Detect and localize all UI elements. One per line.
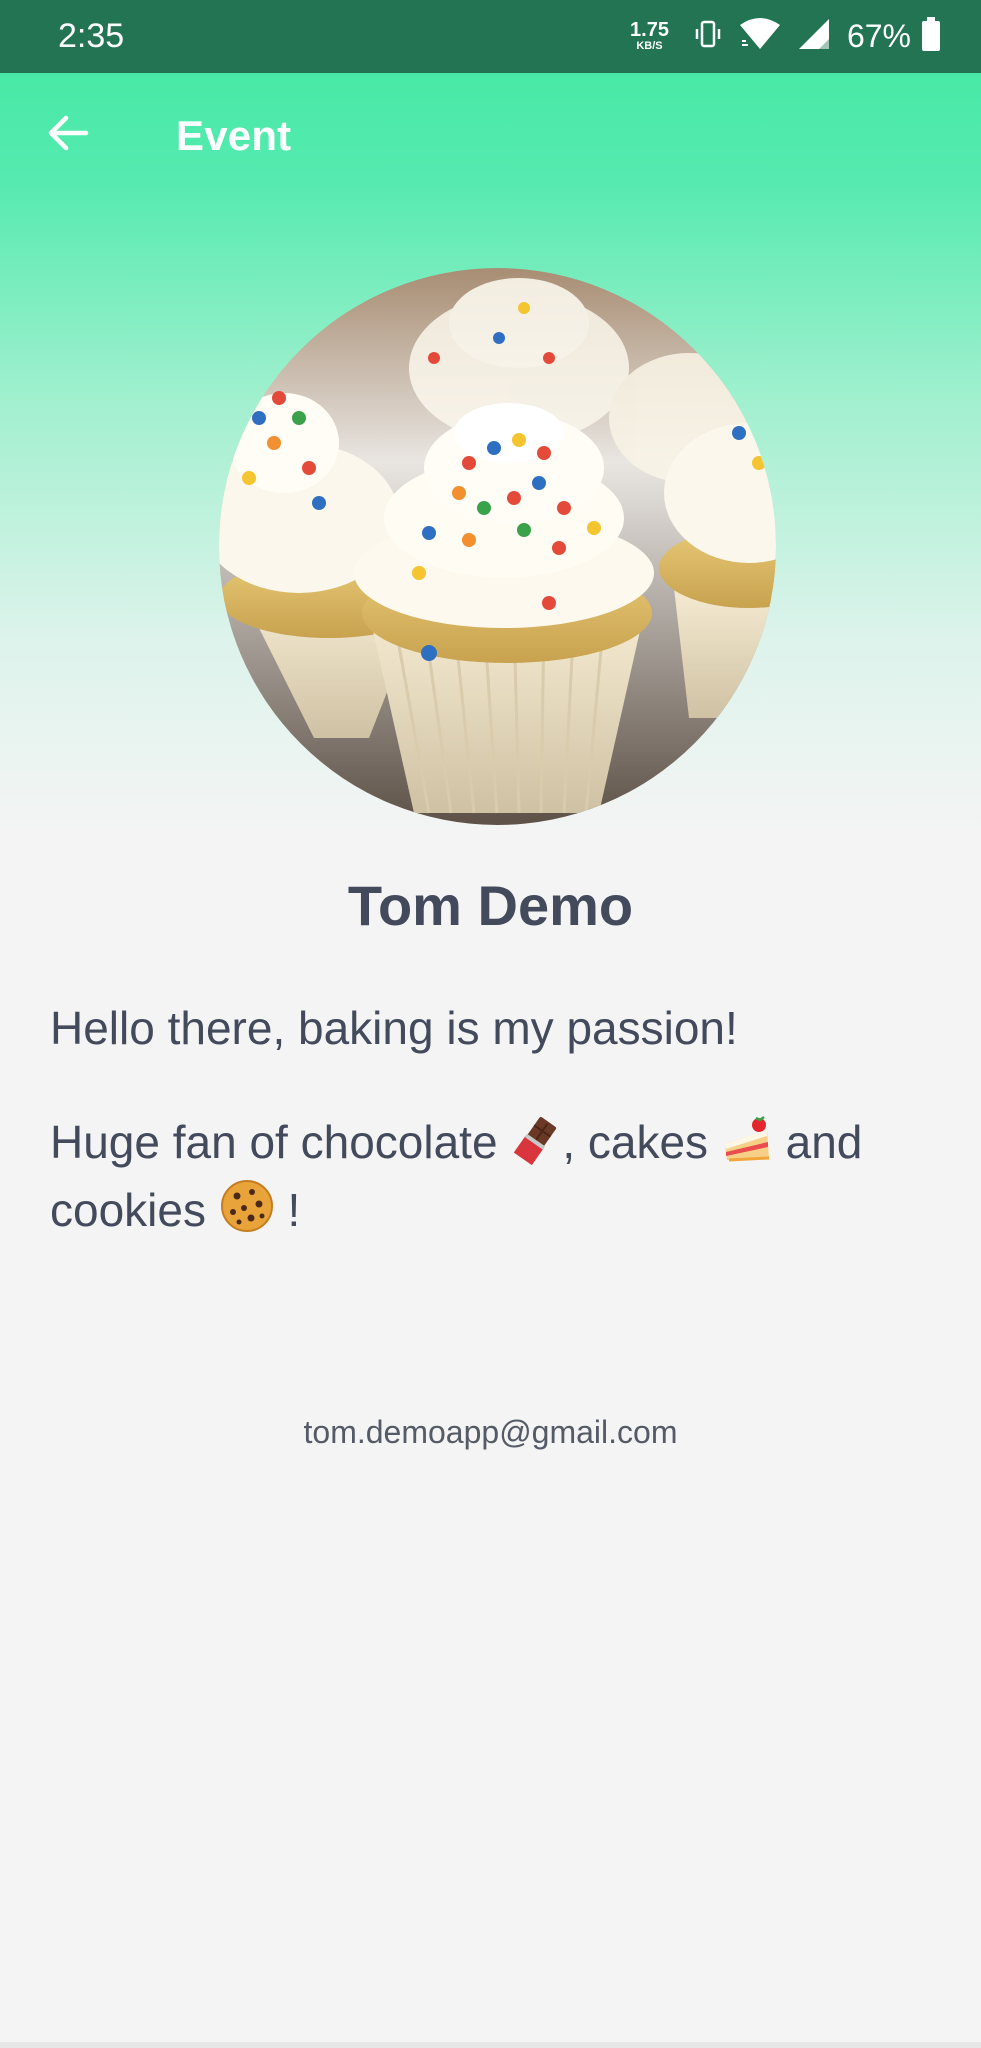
bio-text: ! [274, 1184, 301, 1236]
status-time: 2:35 [58, 17, 125, 55]
bio-text: Huge fan of chocolate [50, 1116, 498, 1168]
battery-icon [921, 16, 941, 56]
wifi-icon [739, 17, 781, 56]
network-speed-value: 1.75 [630, 19, 669, 41]
profile-bio: Hello there, baking is my passion! Huge … [50, 1000, 930, 1246]
profile-name: Tom Demo [347, 874, 634, 937]
chocolate-icon [510, 1114, 562, 1178]
bottom-divider [0, 2042, 981, 2048]
page-title: Event [176, 112, 292, 159]
arrow-left-icon [48, 115, 89, 151]
contact-email[interactable]: tom.demoapp@gmail.com [0, 1412, 981, 1452]
network-speed-unit: KB/S [636, 40, 663, 52]
back-button[interactable] [44, 109, 92, 157]
bio-line: Hello there, baking is my passion! [50, 1002, 738, 1054]
bio-line: Huge fan of chocolate , cakes and cookie… [50, 1114, 930, 1246]
status-bar: 2:35 1.75 KB/S 67% [0, 0, 981, 73]
cake-slice-icon [721, 1114, 773, 1178]
bio-text: , cakes [562, 1116, 709, 1168]
cookie-icon [219, 1178, 275, 1246]
status-icons: 1.75 KB/S 67% [630, 14, 941, 58]
vibrate-icon [693, 19, 723, 54]
battery-percent: 67% [846, 17, 911, 54]
network-speed: 1.75 KB/S [630, 20, 669, 52]
cellular-signal-icon [797, 17, 831, 56]
avatar [219, 268, 776, 825]
